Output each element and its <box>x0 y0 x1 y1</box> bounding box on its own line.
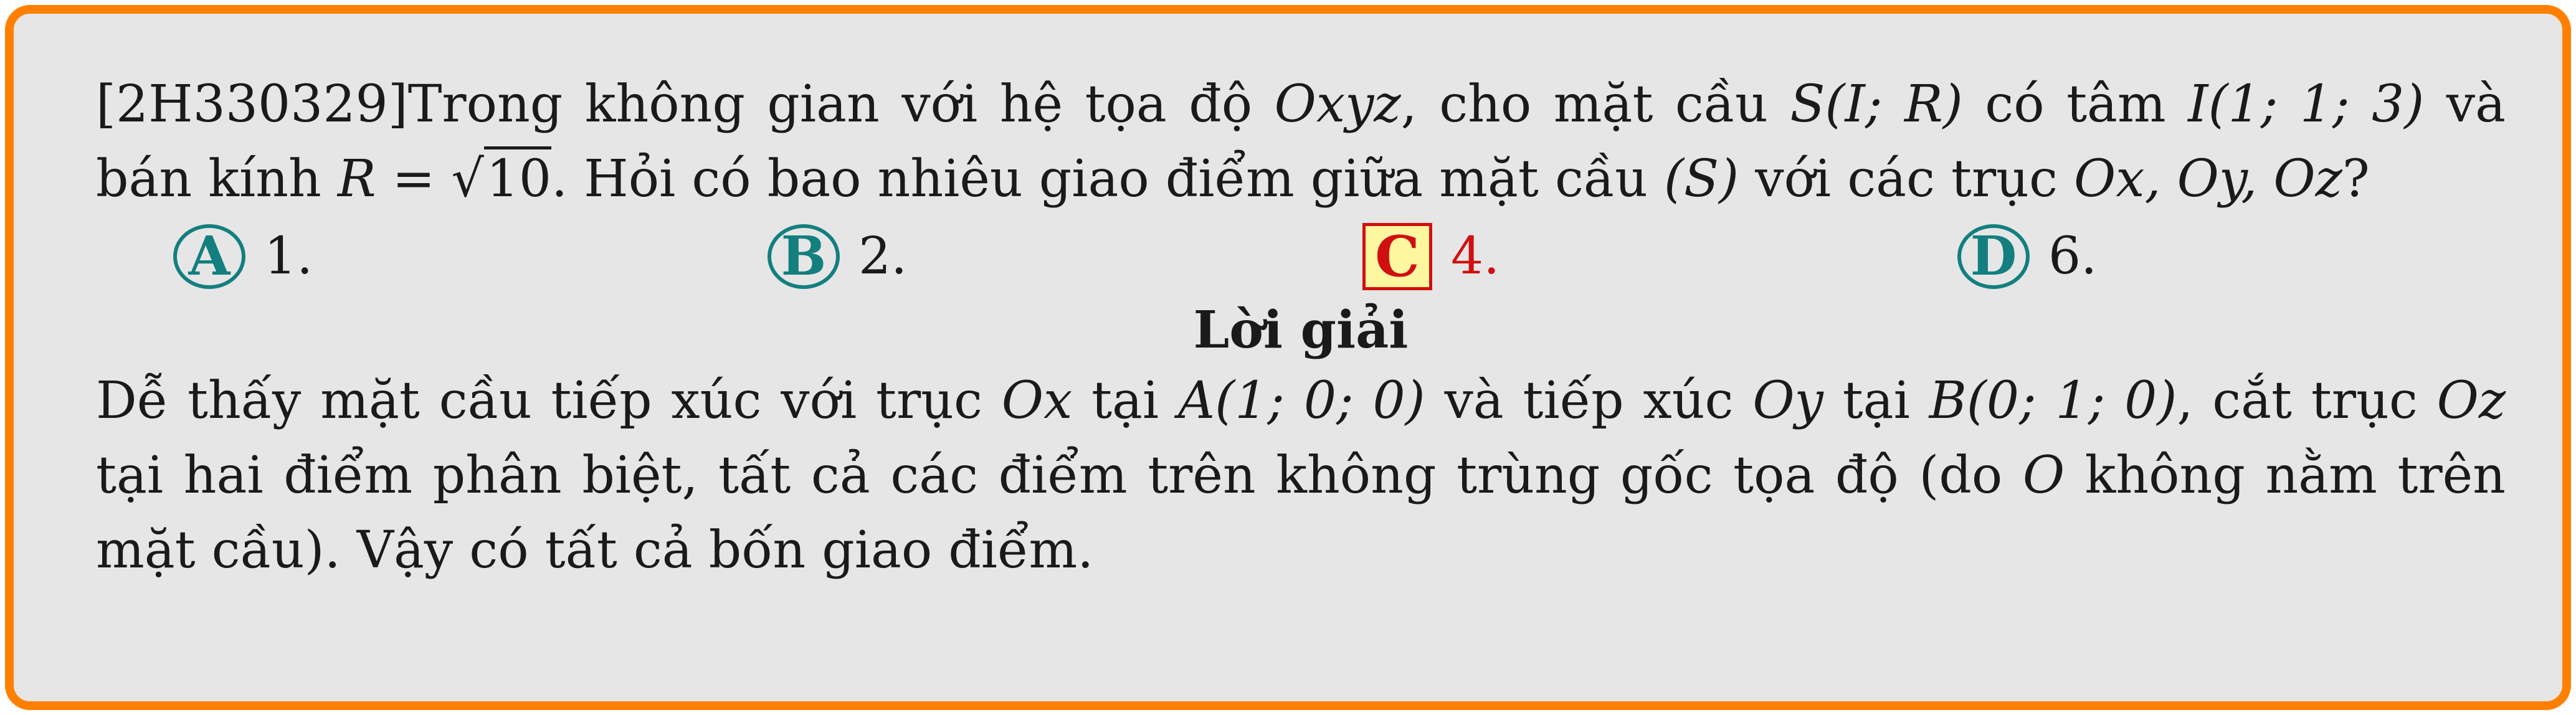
choice-d-badge: D <box>1957 224 2030 289</box>
choice-a-text: 1. <box>264 227 313 286</box>
question-content: [2H330329]Trong không gian với hệ tọa độ… <box>96 67 2506 588</box>
question-code: [2H330329] <box>96 75 408 134</box>
choice-d[interactable]: D 6. <box>1957 217 2097 296</box>
choice-d-text: 6. <box>2048 227 2098 286</box>
choice-b-badge: B <box>768 224 840 289</box>
choice-c[interactable]: C 4. <box>1362 217 1499 296</box>
solution-text: Dễ thấy mặt cầu tiếp xúc với trục Ox tại… <box>96 371 2506 580</box>
choice-c-badge-correct: C <box>1362 223 1432 290</box>
question-text: [2H330329]Trong không gian với hệ tọa độ… <box>96 75 2506 209</box>
choice-b[interactable]: B 2. <box>768 217 907 296</box>
choice-a[interactable]: A 1. <box>173 217 313 296</box>
choice-b-text: 2. <box>858 227 908 286</box>
answer-choices: A 1. B 2. C 4. D 6. <box>96 217 2506 296</box>
solution-heading: Lời giải <box>1193 300 1409 360</box>
choice-a-badge: A <box>173 224 245 289</box>
sqrt-expression: √10 <box>451 146 552 209</box>
choice-c-text: 4. <box>1451 227 1500 286</box>
question-card: [2H330329]Trong không gian với hệ tọa độ… <box>5 5 2571 710</box>
